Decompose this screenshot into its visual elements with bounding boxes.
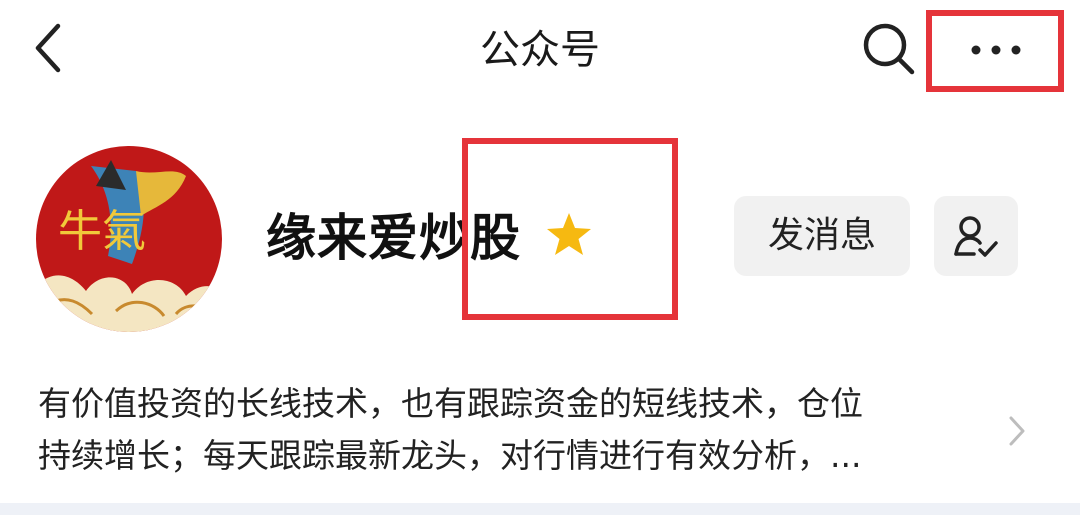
description-line-1: 有价值投资的长线技术，也有跟踪资金的短线技术，仓位 [38, 384, 863, 423]
search-icon [863, 23, 915, 75]
account-description[interactable]: 有价值投资的长线技术，也有跟踪资金的短线技术，仓位 持续增长；每天跟踪最新龙头，… [38, 378, 998, 482]
highlight-box-more [926, 10, 1064, 92]
avatar-calligraphy: 牛氣 [58, 206, 146, 257]
section-divider [0, 503, 1080, 515]
follow-button[interactable] [934, 196, 1018, 276]
description-line-2: 持续增长；每天跟踪最新龙头，对行情进行有效分析，... [38, 436, 862, 475]
avatar-image: 牛氣 [36, 146, 222, 332]
search-button[interactable] [860, 20, 918, 78]
avatar[interactable]: 牛氣 [36, 146, 222, 332]
user-check-icon [954, 216, 998, 257]
page-title: 公众号 [480, 27, 600, 73]
top-bar: 公众号 [0, 0, 1080, 110]
highlight-box-star [462, 138, 678, 320]
send-message-button[interactable]: 发消息 [734, 196, 910, 276]
chevron-right-icon[interactable] [1006, 414, 1028, 448]
